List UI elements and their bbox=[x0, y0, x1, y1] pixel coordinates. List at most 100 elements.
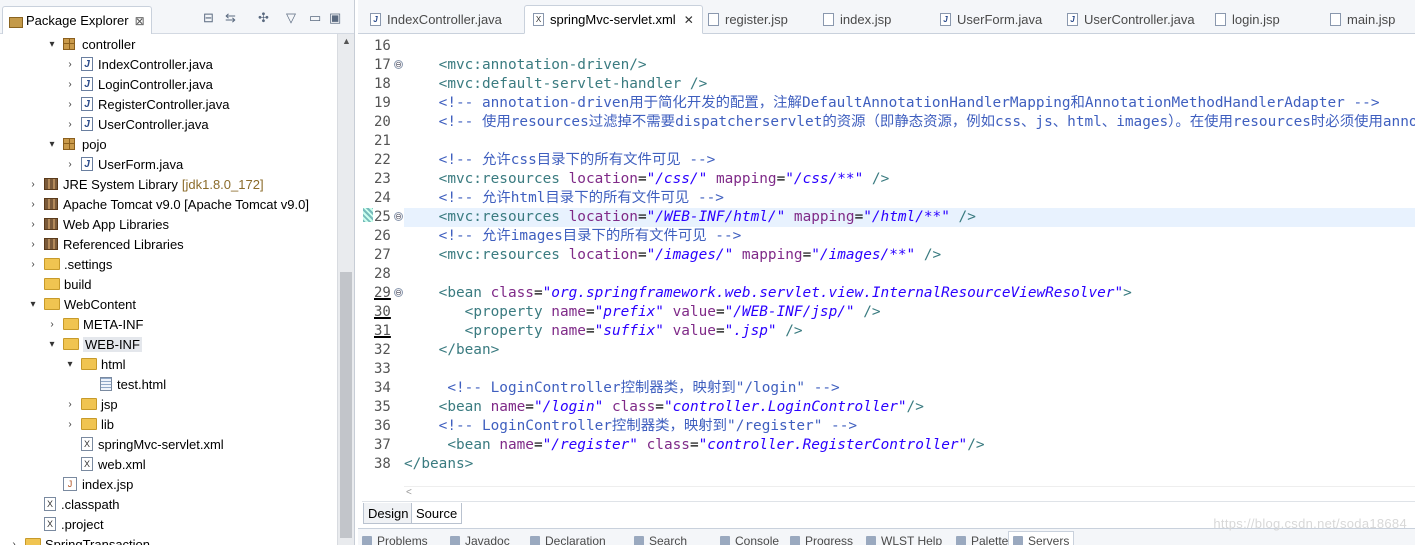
tree-item[interactable]: ▾ WEB-INF bbox=[0, 334, 337, 354]
current-line-marker bbox=[363, 208, 373, 222]
collapsed-arrow-icon[interactable]: › bbox=[64, 399, 76, 410]
tree-item[interactable]: › Apache Tomcat v9.0 [Apache Tomcat v9.0] bbox=[0, 194, 337, 214]
tree-item[interactable]: › J LoginController.java bbox=[0, 74, 337, 94]
focus-icon[interactable]: ✣ bbox=[258, 11, 269, 25]
collapsed-arrow-icon[interactable]: › bbox=[64, 119, 76, 130]
editor-tab[interactable]: main.jsp bbox=[1322, 5, 1403, 34]
collapsed-arrow-icon[interactable]: › bbox=[64, 99, 76, 110]
collapsed-arrow-icon[interactable]: › bbox=[27, 219, 39, 230]
java-file-icon: J bbox=[370, 13, 381, 26]
minimize-icon[interactable]: ▭ bbox=[309, 11, 321, 25]
fold-toggle-icon[interactable]: ⊖ bbox=[394, 288, 403, 297]
expanded-arrow-icon[interactable]: ▾ bbox=[46, 139, 58, 150]
tree-item[interactable]: › jsp bbox=[0, 394, 337, 414]
code-token-plain: = bbox=[533, 285, 543, 301]
tree-item[interactable]: build bbox=[0, 274, 337, 294]
collapsed-arrow-icon[interactable]: › bbox=[27, 239, 39, 250]
editor-tab[interactable]: login.jsp bbox=[1207, 5, 1288, 34]
collapsed-arrow-icon[interactable]: › bbox=[8, 539, 20, 545]
expanded-arrow-icon[interactable]: ▾ bbox=[46, 39, 58, 50]
close-icon[interactable]: ⊠ bbox=[135, 14, 145, 28]
tree-item[interactable]: › .settings bbox=[0, 254, 337, 274]
close-icon[interactable]: ✕ bbox=[684, 13, 694, 27]
tree-item[interactable]: Xweb.xml bbox=[0, 454, 337, 474]
expanded-arrow-icon[interactable]: ▾ bbox=[64, 359, 76, 370]
tree-item[interactable]: › SpringTransaction bbox=[0, 534, 337, 545]
tree-item[interactable]: XspringMvc-servlet.xml bbox=[0, 434, 337, 454]
tree-item[interactable]: › Referenced Libraries bbox=[0, 234, 337, 254]
tree-item[interactable]: › J RegisterController.java bbox=[0, 94, 337, 114]
fold-toggle-icon[interactable]: ⊖ bbox=[394, 60, 403, 69]
tree-item[interactable]: › META-INF bbox=[0, 314, 337, 334]
editor-tab[interactable]: J UserForm.java bbox=[932, 5, 1050, 34]
collapsed-arrow-icon[interactable]: › bbox=[27, 199, 39, 210]
view-tab[interactable]: Javadoc bbox=[450, 534, 510, 545]
scroll-left-icon[interactable]: < bbox=[406, 487, 412, 498]
collapsed-arrow-icon[interactable]: › bbox=[64, 59, 76, 70]
collapsed-arrow-icon[interactable]: › bbox=[64, 79, 76, 90]
scroll-up-icon[interactable]: ▲ bbox=[342, 36, 351, 46]
view-menu-icon[interactable]: ▽ bbox=[286, 11, 296, 25]
editor-mode-tab-source[interactable]: Source bbox=[411, 503, 463, 524]
editor-mode-tab-design[interactable]: Design bbox=[363, 503, 414, 524]
view-tab[interactable]: Problems bbox=[362, 534, 428, 545]
editor-tab[interactable]: register.jsp bbox=[700, 5, 796, 34]
tree-item[interactable]: test.html bbox=[0, 374, 337, 394]
code-editor[interactable]: <mvc:annotation-driven/> <mvc:default-se… bbox=[404, 34, 1415, 486]
maximize-icon[interactable]: ▣ bbox=[329, 11, 341, 25]
view-tab[interactable]: Palette bbox=[956, 534, 1008, 545]
explorer-vertical-scrollbar[interactable]: ▲ bbox=[337, 34, 354, 545]
collapsed-arrow-icon[interactable]: › bbox=[27, 259, 39, 270]
tree-item[interactable]: Jindex.jsp bbox=[0, 474, 337, 494]
tree-item[interactable]: ▾ pojo bbox=[0, 134, 337, 154]
tree-item[interactable]: ▾ controller bbox=[0, 34, 337, 54]
view-tab[interactable]: Console bbox=[720, 534, 779, 545]
collapsed-arrow-icon[interactable]: › bbox=[64, 159, 76, 170]
package-explorer: Package Explorer ⊠ ⊟ ⇆ ✣ ▽ ▭ ▣ ▾ controll… bbox=[0, 0, 355, 545]
scrollbar-thumb[interactable] bbox=[340, 272, 352, 538]
tree-item[interactable]: › Web App Libraries bbox=[0, 214, 337, 234]
expanded-arrow-icon[interactable]: ▾ bbox=[27, 299, 39, 310]
folder-icon bbox=[63, 338, 79, 350]
view-tab[interactable]: WLST Help bbox=[866, 534, 942, 545]
link-with-editor-icon[interactable]: ⇆ bbox=[225, 11, 236, 25]
tree-item[interactable]: › J UserForm.java bbox=[0, 154, 337, 174]
tree-item-label: springMvc-servlet.xml bbox=[98, 436, 224, 452]
tree-item[interactable]: X .project bbox=[0, 514, 337, 534]
tree-item[interactable]: ▾ WebContent bbox=[0, 294, 337, 314]
expanded-arrow-icon[interactable]: ▾ bbox=[46, 339, 58, 350]
view-tab[interactable]: Servers bbox=[1008, 531, 1075, 545]
collapse-all-icon[interactable]: ⊟ bbox=[203, 11, 214, 25]
package-icon bbox=[63, 38, 75, 50]
tree-item[interactable]: X .classpath bbox=[0, 494, 337, 514]
fold-toggle-icon[interactable]: ⊖ bbox=[394, 212, 403, 221]
view-tab[interactable]: Progress bbox=[790, 534, 853, 545]
editor-tab[interactable]: J IndexController.java bbox=[362, 5, 510, 34]
java-file-icon: J bbox=[940, 13, 951, 26]
code-line: <bean name="/register" class="controller… bbox=[404, 436, 1415, 455]
editor-tab-label: springMvc-servlet.xml bbox=[550, 12, 676, 27]
editor-tab[interactable]: J UserController.java bbox=[1059, 5, 1203, 34]
tree-item[interactable]: › JRE System Library [jdk1.8.0_172] bbox=[0, 174, 337, 194]
editor-tab[interactable]: index.jsp bbox=[815, 5, 899, 34]
editor-horizontal-scrollbar[interactable]: < bbox=[404, 486, 1415, 500]
package-explorer-tab[interactable]: Package Explorer ⊠ bbox=[2, 6, 152, 34]
tree-item[interactable]: › J IndexController.java bbox=[0, 54, 337, 74]
view-tab[interactable]: Search bbox=[634, 534, 687, 545]
tree-item[interactable]: ▾ html bbox=[0, 354, 337, 374]
line-number: 36 bbox=[374, 418, 391, 434]
tree-item[interactable]: › lib bbox=[0, 414, 337, 434]
collapsed-arrow-icon[interactable]: › bbox=[46, 319, 58, 330]
collapsed-arrow-icon[interactable]: › bbox=[27, 179, 39, 190]
tree-item[interactable]: › J UserController.java bbox=[0, 114, 337, 134]
collapsed-arrow-icon[interactable]: › bbox=[64, 419, 76, 430]
view-tab[interactable]: Declaration bbox=[530, 534, 606, 545]
editor-tab[interactable]: XspringMvc-servlet.xml ✕ bbox=[524, 5, 703, 34]
